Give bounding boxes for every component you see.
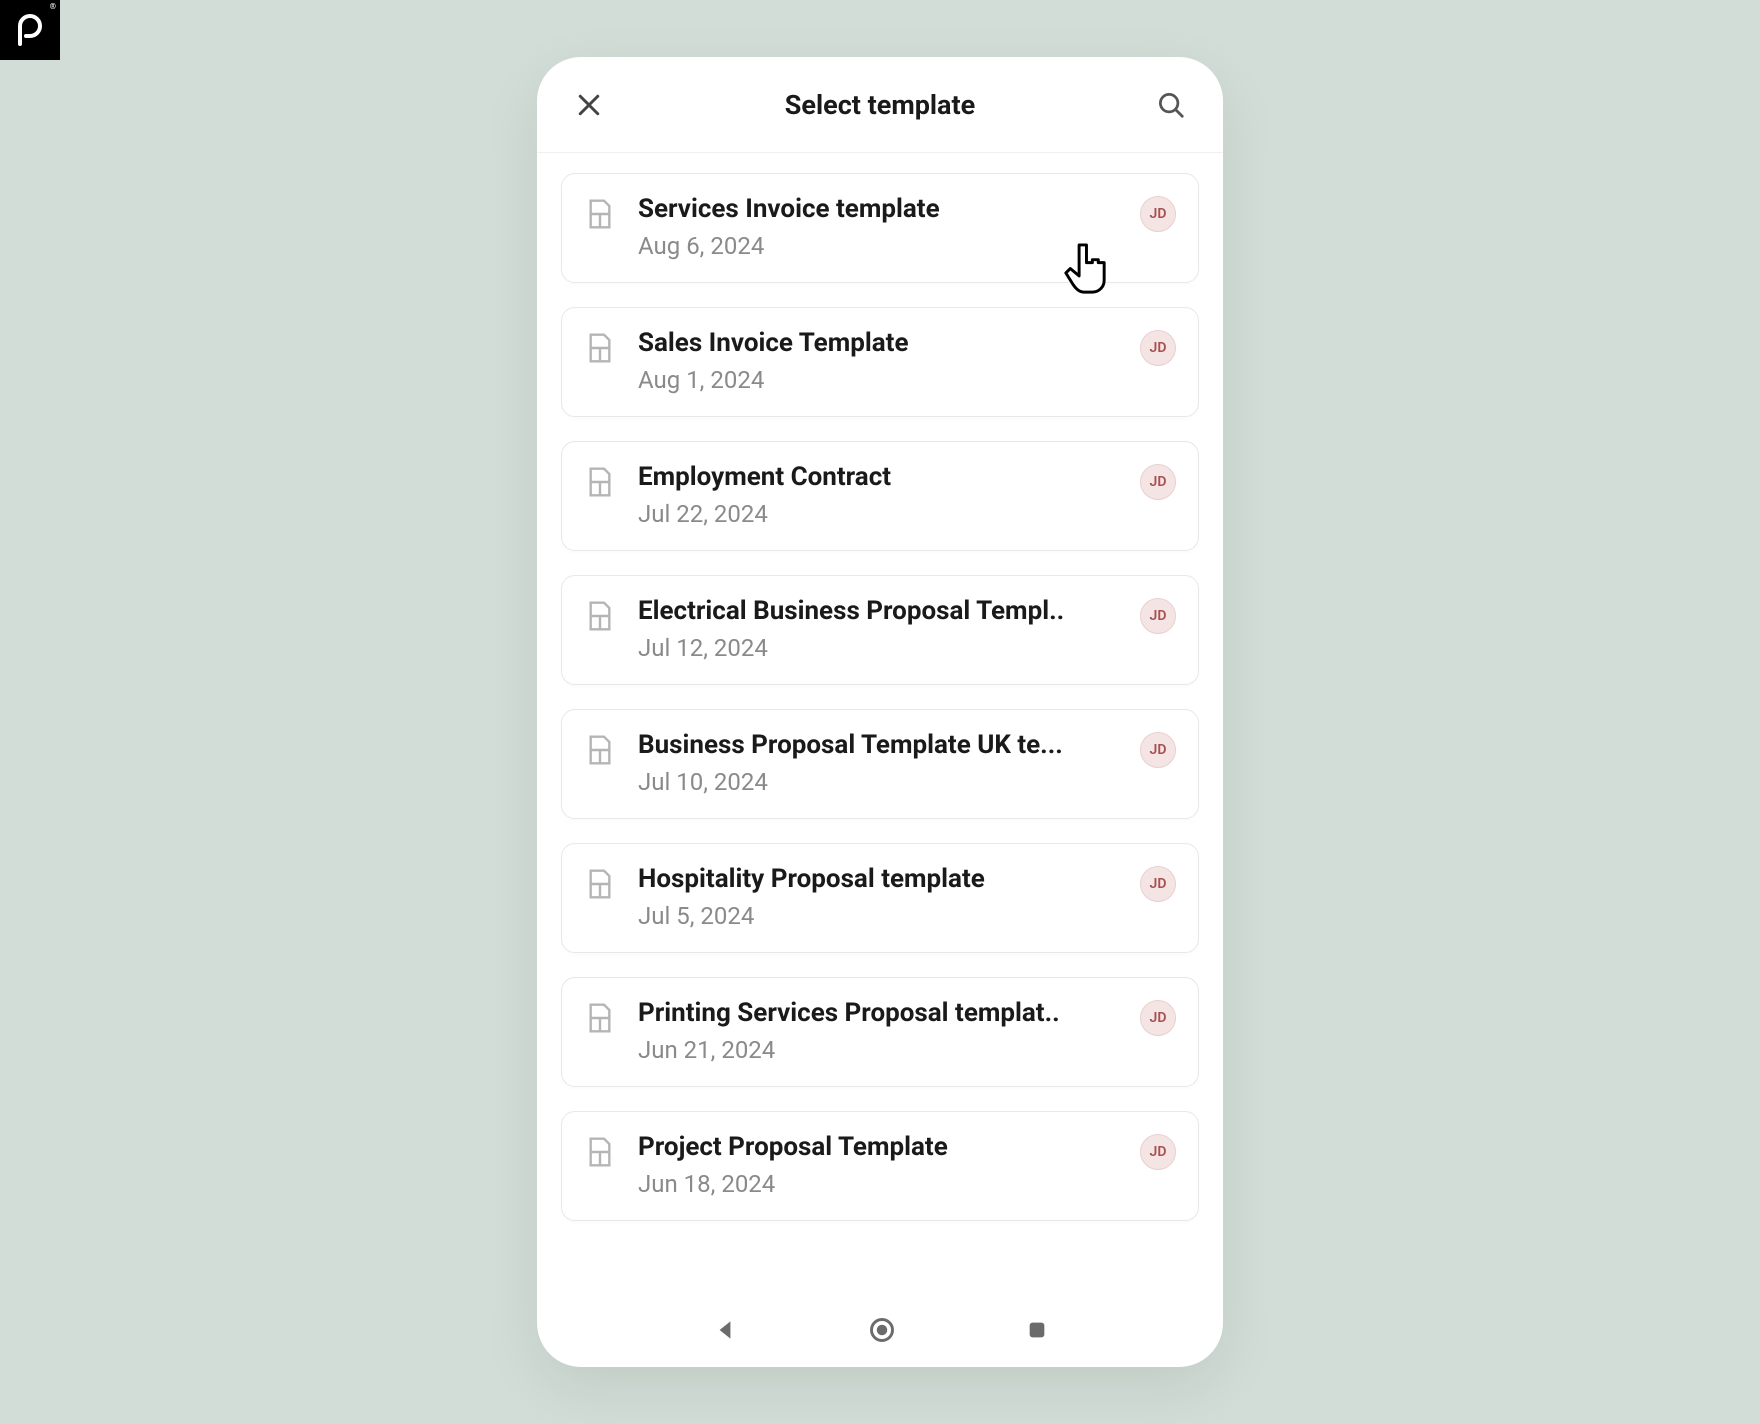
phone-frame: Select template Services Invoice templat… xyxy=(537,57,1223,1367)
square-recent-icon xyxy=(1026,1319,1048,1341)
template-item[interactable]: Services Invoice template Aug 6, 2024 JD xyxy=(561,173,1199,283)
template-date: Aug 6, 2024 xyxy=(638,232,1128,260)
template-date: Jul 22, 2024 xyxy=(638,500,1128,528)
template-item[interactable]: Electrical Business Proposal Templ.. Jul… xyxy=(561,575,1199,685)
owner-avatar: JD xyxy=(1140,732,1176,768)
document-icon xyxy=(584,332,616,364)
document-icon xyxy=(584,466,616,498)
template-date: Jun 21, 2024 xyxy=(638,1036,1128,1064)
document-icon xyxy=(584,1002,616,1034)
owner-avatar: JD xyxy=(1140,464,1176,500)
modal-header: Select template xyxy=(537,57,1223,153)
owner-avatar: JD xyxy=(1140,196,1176,232)
owner-avatar: JD xyxy=(1140,1000,1176,1036)
triangle-back-icon xyxy=(712,1317,738,1343)
template-date: Jul 5, 2024 xyxy=(638,902,1128,930)
circle-home-icon xyxy=(868,1316,896,1344)
template-date: Jul 10, 2024 xyxy=(638,768,1128,796)
nav-home-button[interactable] xyxy=(868,1316,896,1348)
template-title: Hospitality Proposal template xyxy=(638,864,1128,894)
owner-avatar: JD xyxy=(1140,866,1176,902)
template-title: Electrical Business Proposal Templ.. xyxy=(638,596,1128,626)
document-icon xyxy=(584,734,616,766)
template-item[interactable]: Employment Contract Jul 22, 2024 JD xyxy=(561,441,1199,551)
template-title: Project Proposal Template xyxy=(638,1132,1128,1162)
document-icon xyxy=(584,600,616,632)
owner-avatar: JD xyxy=(1140,330,1176,366)
template-item[interactable]: Business Proposal Template UK te... Jul … xyxy=(561,709,1199,819)
document-icon xyxy=(584,868,616,900)
template-date: Aug 1, 2024 xyxy=(638,366,1128,394)
template-list[interactable]: Services Invoice template Aug 6, 2024 JD… xyxy=(537,153,1223,1297)
template-item[interactable]: Project Proposal Template Jun 18, 2024 J… xyxy=(561,1111,1199,1221)
close-button[interactable] xyxy=(571,87,607,123)
template-title: Services Invoice template xyxy=(638,194,1128,224)
nav-back-button[interactable] xyxy=(712,1317,738,1347)
modal-title: Select template xyxy=(607,89,1153,121)
template-item[interactable]: Sales Invoice Template Aug 1, 2024 JD xyxy=(561,307,1199,417)
owner-avatar: JD xyxy=(1140,598,1176,634)
owner-avatar: JD xyxy=(1140,1134,1176,1170)
template-item[interactable]: Hospitality Proposal template Jul 5, 202… xyxy=(561,843,1199,953)
android-navbar xyxy=(537,1297,1223,1367)
nav-recent-button[interactable] xyxy=(1026,1319,1048,1345)
document-icon xyxy=(584,198,616,230)
template-date: Jun 18, 2024 xyxy=(638,1170,1128,1198)
template-title: Employment Contract xyxy=(638,462,1128,492)
search-icon xyxy=(1156,90,1186,120)
template-title: Printing Services Proposal templat.. xyxy=(638,998,1128,1028)
template-item[interactable]: Printing Services Proposal templat.. Jun… xyxy=(561,977,1199,1087)
document-icon xyxy=(584,1136,616,1168)
template-title: Business Proposal Template UK te... xyxy=(638,730,1128,760)
template-title: Sales Invoice Template xyxy=(638,328,1128,358)
brand-logo: ® xyxy=(0,0,60,60)
template-date: Jul 12, 2024 xyxy=(638,634,1128,662)
close-icon xyxy=(574,90,604,120)
search-button[interactable] xyxy=(1153,87,1189,123)
